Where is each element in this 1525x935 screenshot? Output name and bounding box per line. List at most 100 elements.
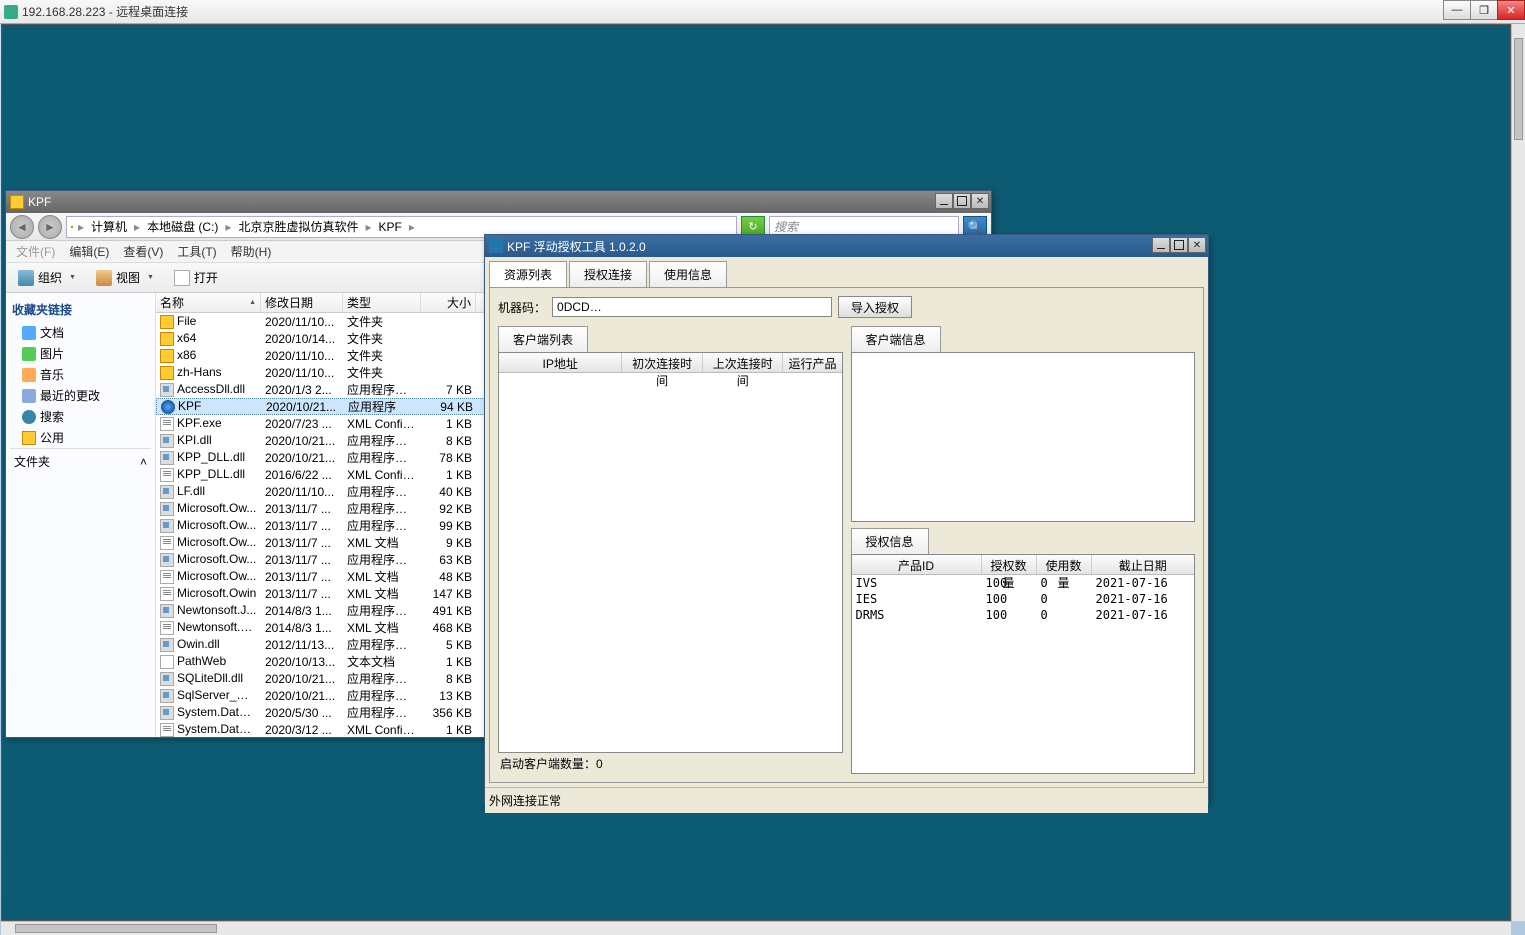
chevron-up-icon: ˄ [140, 455, 147, 469]
dll-icon [160, 383, 174, 397]
client-info-tab[interactable]: 客户端信息 [851, 326, 941, 352]
machine-code-input[interactable] [552, 297, 832, 317]
col-product-id[interactable]: 产品ID [852, 555, 982, 574]
col-expire[interactable]: 截止日期 [1092, 555, 1195, 574]
sidebar-item-pictures[interactable]: 图片 [10, 343, 151, 364]
import-license-button[interactable]: 导入授权 [838, 296, 912, 318]
public-icon [22, 431, 36, 445]
organize-label: 组织 [38, 269, 62, 286]
xml-icon [160, 587, 174, 601]
dll-icon [160, 706, 174, 720]
forward-button[interactable]: ► [38, 215, 62, 239]
txt-icon [160, 655, 174, 669]
breadcrumb[interactable]: KPF [376, 220, 403, 234]
window-controls: — ❐ ✕ [1444, 0, 1525, 20]
column-type[interactable]: 类型 [343, 293, 421, 312]
col-auth-qty[interactable]: 授权数量 [982, 555, 1037, 574]
dll-icon [160, 434, 174, 448]
two-column-layout: 客户端列表 IP地址 初次连接时间 上次连接时间 运行产品 启动客户端数量：0 [498, 326, 1195, 774]
explorer-minimize-button[interactable] [935, 193, 953, 209]
menu-help[interactable]: 帮助(H) [225, 241, 278, 262]
column-size[interactable]: 大小 [421, 293, 476, 312]
remote-desktop-area: KPF ◄ ► ▸ 计算机 ▸ 本地磁盘 (C:) ▸ 北京京胜虚拟仿真软件 ▸… [1, 24, 1511, 921]
sidebar-item-music[interactable]: 音乐 [10, 364, 151, 385]
xml-icon [160, 621, 174, 635]
license-tool-window: KPF 浮动授权工具 1.0.2.0 资源列表 授权连接 使用信息 机器码： 导… [484, 234, 1209, 804]
auth-row[interactable]: IVS10002021-07-16 [852, 575, 1195, 591]
xml-icon [160, 570, 174, 584]
minimize-button[interactable]: — [1443, 0, 1471, 20]
organize-button[interactable]: 组织 [12, 267, 82, 288]
sidebar-item-documents[interactable]: 文档 [10, 322, 151, 343]
pictures-icon [22, 347, 36, 361]
tool-titlebar[interactable]: KPF 浮动授权工具 1.0.2.0 [485, 235, 1208, 257]
rdp-scrollbar-horizontal[interactable] [1, 921, 1511, 935]
rdp-title: 192.168.28.223 - 远程桌面连接 [22, 3, 188, 20]
client-list-tab[interactable]: 客户端列表 [498, 326, 588, 352]
client-grid-header: IP地址 初次连接时间 上次连接时间 运行产品 [499, 353, 842, 373]
machine-code-label: 机器码： [498, 299, 546, 316]
xml-icon [160, 417, 174, 431]
folder-icon [160, 366, 174, 380]
menu-edit[interactable]: 编辑(E) [63, 241, 115, 262]
chevron-right-icon[interactable]: ▸ [75, 220, 87, 234]
chevron-right-icon[interactable]: ▸ [222, 220, 234, 234]
chevron-right-icon[interactable]: ▸ [362, 220, 374, 234]
tool-maximize-button[interactable] [1170, 237, 1188, 253]
auth-info-tab[interactable]: 授权信息 [851, 528, 929, 554]
music-icon [22, 368, 36, 382]
sidebar: 收藏夹链接 文档 图片 音乐 最近的更改 搜索 公用 文件夹 ˄ [6, 293, 156, 737]
explorer-titlebar[interactable]: KPF [6, 191, 991, 213]
tab-usage-info[interactable]: 使用信息 [649, 261, 727, 287]
auth-info-grid[interactable]: 产品ID 授权数量 使用数量 截止日期 IVS10002021-07-16IES… [851, 554, 1196, 774]
dll-icon [160, 553, 174, 567]
col-running-product[interactable]: 运行产品 [783, 353, 841, 372]
menu-tools[interactable]: 工具(T) [171, 241, 222, 262]
chevron-right-icon[interactable]: ▸ [406, 220, 418, 234]
client-info-box[interactable] [851, 352, 1196, 522]
views-button[interactable]: 视图 [90, 267, 160, 288]
explorer-maximize-button[interactable] [953, 193, 971, 209]
open-button[interactable]: 打开 [168, 267, 224, 288]
close-button[interactable]: ✕ [1497, 0, 1525, 20]
rdp-scrollbar-vertical[interactable] [1511, 24, 1525, 921]
column-name[interactable]: 名称 [156, 293, 261, 312]
tool-body: 资源列表 授权连接 使用信息 机器码： 导入授权 客户端列表 IP地址 [485, 257, 1208, 803]
dll-icon [160, 451, 174, 465]
client-list-column: 客户端列表 IP地址 初次连接时间 上次连接时间 运行产品 启动客户端数量：0 [498, 326, 843, 774]
breadcrumb[interactable]: 本地磁盘 (C:) [145, 218, 220, 235]
menu-view[interactable]: 查看(V) [117, 241, 169, 262]
chevron-right-icon[interactable]: ▸ [131, 220, 143, 234]
col-last-connect[interactable]: 上次连接时间 [703, 353, 784, 372]
column-date[interactable]: 修改日期 [261, 293, 343, 312]
machine-code-row: 机器码： 导入授权 [498, 296, 1195, 318]
tool-minimize-button[interactable] [1152, 237, 1170, 253]
dll-icon [160, 502, 174, 516]
sidebar-item-search[interactable]: 搜索 [10, 406, 151, 427]
folders-toggle[interactable]: 文件夹 ˄ [10, 448, 151, 474]
explorer-title: KPF [28, 195, 51, 209]
breadcrumb[interactable]: 计算机 [89, 218, 129, 235]
sidebar-item-public[interactable]: 公用 [10, 427, 151, 448]
client-list-grid[interactable]: IP地址 初次连接时间 上次连接时间 运行产品 [498, 352, 843, 753]
folder-icon [160, 315, 174, 329]
tab-auth-connect[interactable]: 授权连接 [569, 261, 647, 287]
breadcrumb[interactable]: 北京京胜虚拟仿真软件 [236, 218, 360, 235]
auth-row[interactable]: DRMS10002021-07-16 [852, 607, 1195, 623]
tool-close-button[interactable] [1188, 237, 1206, 253]
menu-file[interactable]: 文件(F) [10, 241, 61, 262]
tab-resources[interactable]: 资源列表 [489, 261, 567, 287]
sidebar-item-recent[interactable]: 最近的更改 [10, 385, 151, 406]
dll-icon [160, 638, 174, 652]
auth-row[interactable]: IES10002021-07-16 [852, 591, 1195, 607]
folder-icon [71, 226, 73, 228]
col-used-qty[interactable]: 使用数量 [1037, 555, 1092, 574]
rdp-titlebar: 192.168.28.223 - 远程桌面连接 — ❐ ✕ [0, 0, 1525, 24]
explorer-close-button[interactable] [971, 193, 989, 209]
back-button[interactable]: ◄ [10, 215, 34, 239]
info-column: 客户端信息 授权信息 产品ID 授权数量 使用数量 截止日期 IVS100020… [851, 326, 1196, 774]
maximize-button[interactable]: ❐ [1470, 0, 1498, 20]
col-first-connect[interactable]: 初次连接时间 [622, 353, 703, 372]
folder-icon [10, 195, 24, 209]
col-ip[interactable]: IP地址 [499, 353, 622, 372]
